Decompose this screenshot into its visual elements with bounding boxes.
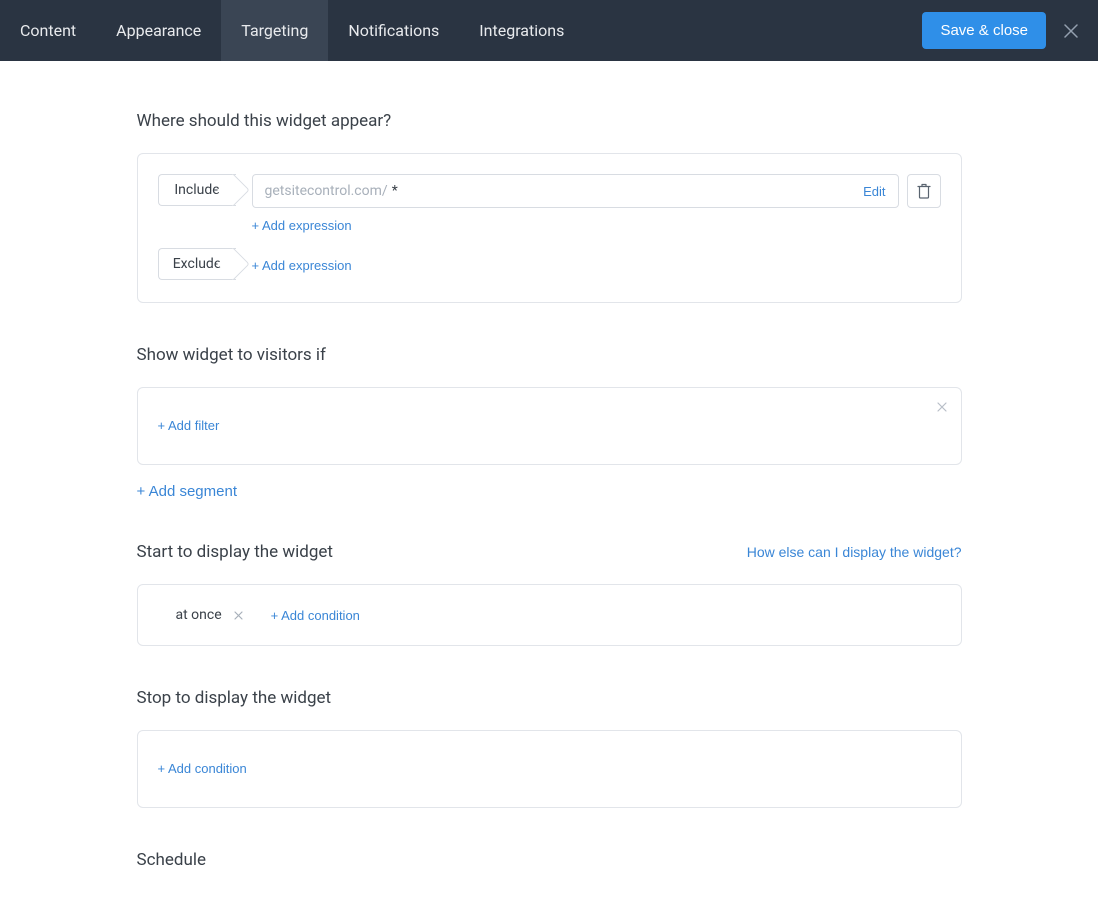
tab-appearance[interactable]: Appearance — [96, 0, 221, 61]
section-start: Start to display the widget How else can… — [137, 542, 962, 646]
stop-panel: + Add condition — [137, 730, 962, 808]
tab-content[interactable]: Content — [0, 0, 96, 61]
add-filter-button[interactable]: + Add filter — [158, 418, 220, 433]
section-schedule: Schedule — [137, 850, 962, 870]
exclude-body: + Add expression — [252, 248, 941, 282]
include-add-expression-button[interactable]: + Add expression — [252, 218, 352, 233]
remove-condition-icon[interactable] — [234, 611, 243, 620]
at-once-condition-chip[interactable]: at once — [176, 607, 243, 623]
delete-url-button[interactable] — [907, 174, 941, 208]
close-icon[interactable] — [937, 402, 947, 412]
start-panel: at once + Add condition — [137, 584, 962, 646]
exclude-add-expression-button[interactable]: + Add expression — [252, 258, 352, 273]
stop-add-condition-button[interactable]: + Add condition — [158, 761, 247, 776]
exclude-tag: Exclude — [158, 248, 236, 280]
include-rule-row: Include getsitecontrol.com/ * Edit — [158, 174, 941, 234]
section-title-visitors: Show widget to visitors if — [137, 345, 962, 365]
url-text: getsitecontrol.com/ * — [265, 183, 398, 199]
section-where: Where should this widget appear? Include… — [137, 111, 962, 303]
url-pattern: * — [392, 183, 398, 199]
header-bar: Content Appearance Targeting Notificatio… — [0, 0, 1098, 61]
start-add-condition-button[interactable]: + Add condition — [271, 608, 360, 623]
section-stop: Stop to display the widget + Add conditi… — [137, 688, 962, 808]
tab-list: Content Appearance Targeting Notificatio… — [0, 0, 584, 61]
start-section-head: Start to display the widget How else can… — [137, 542, 962, 562]
save-close-button[interactable]: Save & close — [922, 12, 1046, 49]
tab-notifications[interactable]: Notifications — [328, 0, 459, 61]
condition-label: at once — [176, 607, 222, 623]
add-segment-button[interactable]: + Add segment — [137, 483, 238, 500]
close-icon[interactable] — [1064, 24, 1078, 38]
where-panel: Include getsitecontrol.com/ * Edit — [137, 153, 962, 303]
visitors-panel: + Add filter — [137, 387, 962, 465]
start-chip-row: at once + Add condition — [158, 605, 941, 625]
edit-url-button[interactable]: Edit — [863, 184, 885, 199]
section-title-stop: Stop to display the widget — [137, 688, 962, 708]
include-body: getsitecontrol.com/ * Edit + Add ex — [252, 174, 941, 234]
trash-icon — [917, 183, 931, 199]
header-actions: Save & close — [922, 12, 1098, 49]
section-title-schedule: Schedule — [137, 850, 962, 870]
display-help-link[interactable]: How else can I display the widget? — [747, 544, 962, 560]
exclude-rule-row: Exclude + Add expression — [158, 248, 941, 282]
url-domain-prefix: getsitecontrol.com/ — [265, 183, 388, 199]
url-row: getsitecontrol.com/ * Edit — [252, 174, 941, 208]
include-tag: Include — [158, 174, 236, 206]
tab-targeting[interactable]: Targeting — [221, 0, 328, 61]
section-title-where: Where should this widget appear? — [137, 111, 962, 131]
section-visitors: Show widget to visitors if + Add filter … — [137, 345, 962, 500]
section-title-start: Start to display the widget — [137, 542, 334, 562]
main-content: Where should this widget appear? Include… — [137, 61, 962, 910]
tab-integrations[interactable]: Integrations — [459, 0, 584, 61]
url-input[interactable]: getsitecontrol.com/ * Edit — [252, 174, 899, 208]
